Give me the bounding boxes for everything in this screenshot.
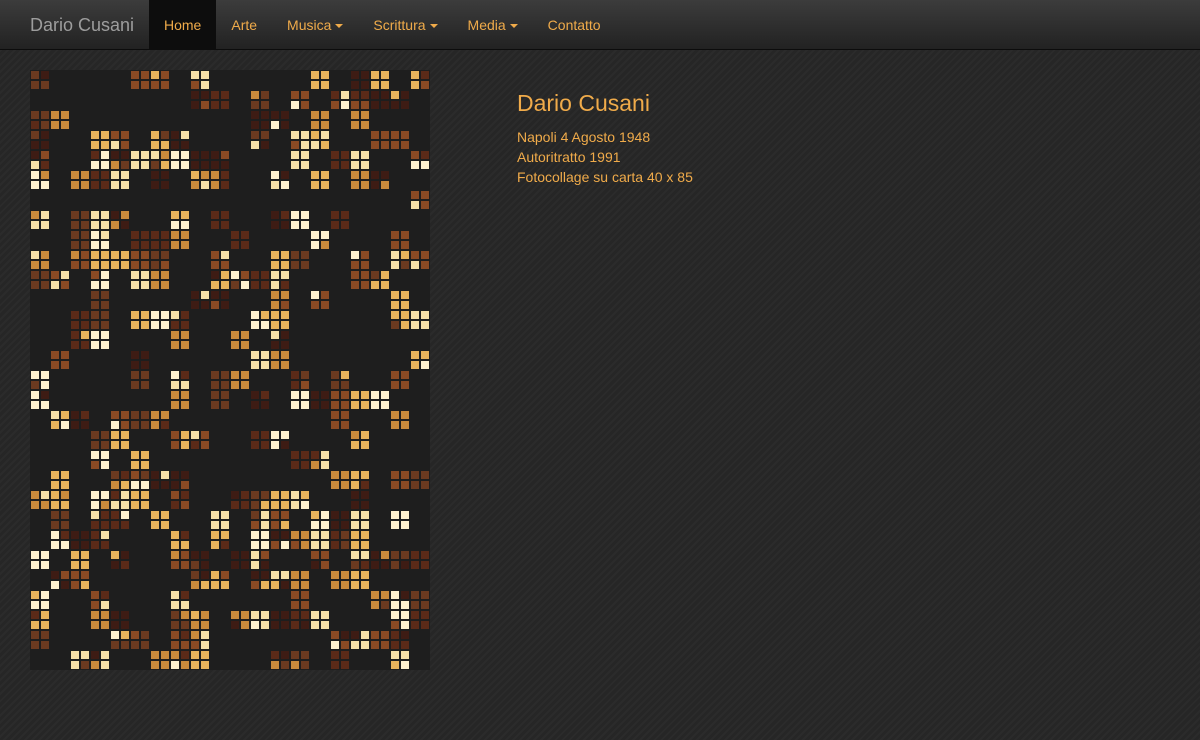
nav-label: Arte (231, 17, 258, 33)
nav-contatto[interactable]: Contatto (533, 0, 616, 50)
nav-label: Contatto (547, 17, 601, 33)
nav-musica-dropdown[interactable]: Musica (272, 0, 358, 50)
navbar: Dario Cusani Home Arte Musica Scrittura … (0, 0, 1200, 50)
page-title: Dario Cusani (517, 90, 650, 116)
caret-down-icon (429, 24, 438, 29)
brand-link[interactable]: Dario Cusani (30, 0, 134, 50)
artwork-image (30, 70, 430, 670)
nav-label: Home (164, 17, 202, 33)
nav-label: Media (467, 17, 506, 33)
nav-arte[interactable]: Arte (216, 0, 272, 50)
nav-media-dropdown[interactable]: Media (453, 0, 533, 50)
artwork-info: Dario Cusani Napoli 4 Agosto 1948 Autori… (517, 90, 693, 187)
caret-down-icon (509, 24, 518, 29)
caret-down-icon (335, 24, 344, 29)
birth-line: Napoli 4 Agosto 1948 (517, 129, 651, 145)
nav-menu: Home Arte Musica Scrittura Media Contatt… (149, 0, 616, 50)
nav-label: Musica (287, 17, 332, 33)
technique-line: Fotocollage su carta 40 x 85 (517, 169, 693, 185)
nav-scrittura-dropdown[interactable]: Scrittura (358, 0, 452, 50)
artwork-title-line: Autoritratto 1991 (517, 149, 621, 165)
photocollage-mosaic (31, 71, 429, 669)
nav-label: Scrittura (373, 17, 426, 33)
nav-home[interactable]: Home (149, 0, 217, 50)
